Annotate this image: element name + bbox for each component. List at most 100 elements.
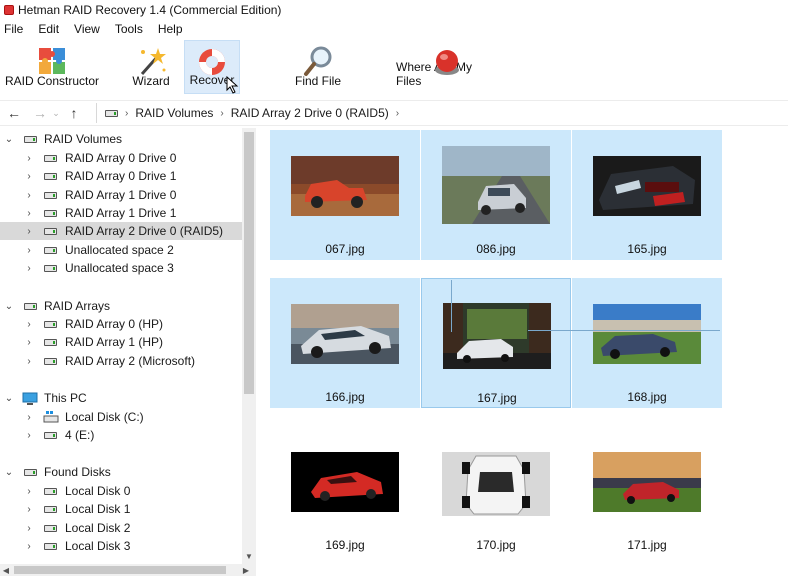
raid-constructor-button[interactable]: RAID Constructor: [4, 40, 100, 94]
tree-item[interactable]: › Local Disk 1: [0, 500, 242, 518]
tree-item[interactable]: › RAID Array 0 Drive 0: [0, 149, 242, 167]
chevron-right-icon[interactable]: ›: [24, 523, 34, 534]
scrollbar-thumb[interactable]: [14, 566, 226, 574]
find-file-button[interactable]: Find File: [290, 40, 346, 94]
arrow-up-icon: ↑: [70, 105, 78, 121]
tree-group-raid-arrays[interactable]: ⌄ RAID Arrays: [0, 297, 242, 315]
drive-icon: [44, 338, 57, 346]
chevron-right-icon[interactable]: ›: [24, 356, 34, 367]
tree-item-label: Local Disk 0: [65, 484, 131, 498]
file-tile[interactable]: 067.jpg: [270, 130, 420, 260]
app-icon: [4, 5, 14, 15]
chevron-right-icon[interactable]: ›: [24, 208, 34, 219]
tree-item[interactable]: › Unallocated space 3: [0, 259, 242, 277]
breadcrumb-current-drive[interactable]: RAID Array 2 Drive 0 (RAID5): [231, 106, 389, 120]
chevron-right-icon[interactable]: ›: [24, 171, 34, 182]
scroll-right-icon[interactable]: ▶: [240, 564, 252, 576]
tree-item[interactable]: › Unallocated space 2: [0, 241, 242, 259]
chevron-right-icon[interactable]: ›: [24, 245, 34, 256]
up-button[interactable]: ↑: [64, 102, 84, 124]
wizard-button[interactable]: Wizard: [126, 40, 176, 94]
scroll-down-icon[interactable]: ▼: [242, 550, 256, 562]
chevron-right-icon[interactable]: ›: [24, 263, 34, 274]
tree-item[interactable]: › 4 (E:): [0, 426, 242, 444]
menu-edit[interactable]: Edit: [38, 22, 66, 36]
mouse-cursor-icon: [226, 76, 239, 94]
tree-item[interactable]: › RAID Array 1 (HP): [0, 333, 242, 351]
chevron-down-icon[interactable]: ⌄: [4, 393, 14, 404]
drive-icon: [105, 109, 118, 117]
tree-item[interactable]: › RAID Array 0 Drive 1: [0, 167, 242, 185]
file-tile[interactable]: 166.jpg: [270, 278, 420, 408]
tree-item-label: RAID Array 0 Drive 0: [65, 151, 177, 165]
image-thumbnail: [442, 146, 550, 224]
menu-help[interactable]: Help: [158, 22, 190, 36]
tree-item-label: RAID Array 2 (Microsoft): [65, 354, 196, 368]
tree-horizontal-scrollbar[interactable]: ◀ ▶: [0, 564, 256, 576]
tree-item-label: RAID Array 1 Drive 1: [65, 206, 177, 220]
file-tile[interactable]: 165.jpg: [572, 130, 722, 260]
chevron-right-icon[interactable]: ›: [24, 226, 34, 237]
tree-item[interactable]: › Local Disk 3: [0, 537, 242, 555]
menu-tools[interactable]: Tools: [115, 22, 150, 36]
tree-item-label: 4 (E:): [65, 428, 95, 442]
tree-item[interactable]: › RAID Array 1 Drive 1: [0, 204, 242, 222]
tree-item[interactable]: › Local Disk (C:): [0, 408, 242, 426]
tree-item[interactable]: › RAID Array 2 (Microsoft): [0, 352, 242, 370]
chevron-down-icon[interactable]: ⌄: [4, 467, 14, 478]
tree-group-raid-volumes[interactable]: ⌄ RAID Volumes: [0, 130, 242, 148]
tree-item[interactable]: › Local Disk 0: [0, 482, 242, 500]
image-thumbnail: [443, 303, 551, 369]
file-tile[interactable]: 169.jpg: [270, 426, 420, 556]
monitor-icon: [22, 392, 38, 405]
tree-group-found-disks[interactable]: ⌄ Found Disks: [0, 463, 242, 481]
menu-view[interactable]: View: [74, 22, 107, 36]
chevron-right-icon[interactable]: ›: [24, 541, 34, 552]
scroll-left-icon[interactable]: ◀: [0, 564, 12, 576]
guide-line: [528, 330, 720, 331]
history-dropdown[interactable]: ⌄: [50, 102, 62, 124]
breadcrumb-raid-volumes[interactable]: RAID Volumes: [135, 106, 213, 120]
forward-button[interactable]: →: [30, 102, 50, 124]
chevron-right-icon[interactable]: ›: [24, 504, 34, 515]
file-tile[interactable]: 086.jpg: [421, 130, 571, 260]
window-title: Hetman RAID Recovery 1.4 (Commercial Edi…: [18, 3, 282, 17]
lifebuoy-icon: [199, 49, 225, 75]
chevron-right-icon[interactable]: ›: [24, 412, 34, 423]
where-are-my-files-button[interactable]: Where Are My Files: [396, 40, 498, 94]
breadcrumb[interactable]: › RAID Volumes › RAID Array 2 Drive 0 (R…: [96, 103, 788, 123]
tree-item[interactable]: › Local Disk 2: [0, 519, 242, 537]
chevron-right-icon: ›: [220, 107, 224, 119]
red-button-icon: [435, 50, 459, 75]
title-bar: Hetman RAID Recovery 1.4 (Commercial Edi…: [0, 0, 788, 20]
chevron-right-icon[interactable]: ›: [24, 190, 34, 201]
image-thumbnail: [593, 304, 701, 364]
chevron-right-icon[interactable]: ›: [24, 430, 34, 441]
file-tile[interactable]: 170.jpg: [421, 426, 571, 556]
tree-group-label: RAID Volumes: [44, 132, 123, 146]
drive-icon: [24, 135, 37, 143]
tree-item[interactable]: › RAID Array 1 Drive 0: [0, 186, 242, 204]
scrollbar-thumb[interactable]: [244, 132, 254, 394]
chevron-down-icon[interactable]: ⌄: [4, 301, 14, 312]
toolbar: RAID Constructor Wizard Recover Find Fil…: [0, 38, 788, 96]
tree-item-label: Unallocated space 3: [65, 261, 174, 275]
chevron-right-icon[interactable]: ›: [24, 337, 34, 348]
chevron-right-icon[interactable]: ›: [24, 319, 34, 330]
tree-item-selected[interactable]: › RAID Array 2 Drive 0 (RAID5): [0, 222, 242, 240]
chevron-down-icon[interactable]: ⌄: [4, 134, 14, 145]
tree-item[interactable]: › RAID Array 0 (HP): [0, 315, 242, 333]
chevron-right-icon[interactable]: ›: [24, 486, 34, 497]
tree-vertical-scrollbar[interactable]: ▼: [242, 128, 256, 564]
chevron-right-icon[interactable]: ›: [24, 153, 34, 164]
tree-group-label: Found Disks: [44, 465, 111, 479]
tree-group-label: RAID Arrays: [44, 299, 111, 313]
file-tile[interactable]: 167.jpg: [421, 278, 571, 408]
file-tile[interactable]: 171.jpg: [572, 426, 722, 556]
tree-group-this-pc[interactable]: ⌄ This PC: [0, 389, 242, 407]
menu-file[interactable]: File: [4, 22, 30, 36]
image-thumbnail: [593, 156, 701, 216]
back-button[interactable]: ←: [4, 102, 24, 124]
file-tile[interactable]: 168.jpg: [572, 278, 722, 408]
drive-icon: [44, 154, 57, 162]
